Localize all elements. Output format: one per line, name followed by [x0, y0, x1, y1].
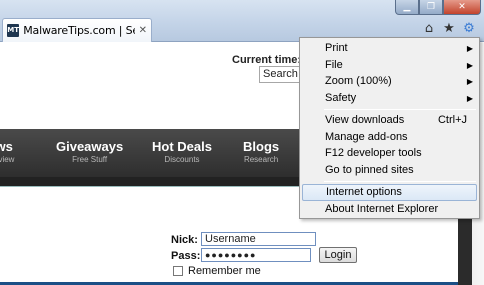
browser-tab[interactable]: MT MalwareTips.com | Security... ✕ [2, 18, 152, 42]
nav-item-reviews[interactable]: ws eview [0, 139, 14, 164]
submenu-arrow-icon: ▶ [466, 94, 473, 103]
nav-subtitle: Discounts [164, 155, 200, 164]
menu-item-f12-tools[interactable]: F12 developer tools [300, 145, 479, 162]
star-icon[interactable]: ★ [442, 22, 456, 36]
close-window-button[interactable]: ✕ [443, 0, 481, 15]
menu-item-about-ie[interactable]: About Internet Explorer [300, 201, 479, 218]
menu-item-label: Zoom (100%) [325, 75, 392, 87]
home-icon[interactable]: ⌂ [422, 22, 436, 36]
menu-item-label: Manage add-ons [325, 131, 408, 143]
current-time-label: Current time: [232, 54, 302, 66]
nav-title: Hot Deals [152, 139, 212, 154]
nick-input[interactable]: Username [201, 232, 316, 246]
menu-item-label: F12 developer tools [325, 147, 422, 159]
nav-item-giveaways[interactable]: Giveaways Free Stuff [56, 139, 123, 164]
menu-item-internet-options[interactable]: Internet options [302, 184, 477, 201]
shortcut-label: Ctrl+J [437, 114, 467, 126]
tab-title: MalwareTips.com | Security... [23, 24, 134, 37]
menu-item-label: Internet options [326, 186, 402, 198]
remember-me-label: Remember me [188, 265, 261, 277]
nav-item-hot-deals[interactable]: Hot Deals Discounts [152, 139, 212, 164]
nav-title: ws [0, 139, 13, 154]
command-icons: ⌂ ★ ⚙ [422, 22, 476, 36]
submenu-arrow-icon: ▶ [466, 44, 473, 53]
menu-item-label: Print [325, 42, 348, 54]
nav-title: Blogs [243, 139, 280, 154]
menu-item-zoom[interactable]: Zoom (100%) ▶ [300, 73, 479, 90]
nav-title: Giveaways [56, 139, 124, 154]
site-favicon: MT [7, 24, 20, 37]
pass-label: Pass: [171, 250, 201, 262]
submenu-arrow-icon: ▶ [466, 77, 473, 86]
tools-menu: Print ▶ File ▶ Zoom (100%) ▶ Safety ▶ Vi… [299, 37, 480, 219]
remember-me[interactable]: Remember me [173, 265, 261, 277]
menu-item-label: Go to pinned sites [325, 164, 414, 176]
menu-item-label: Safety [325, 92, 357, 104]
nav-subtitle: Research [243, 155, 279, 164]
nav-subtitle: eview [0, 155, 15, 164]
menu-item-pinned-sites[interactable]: Go to pinned sites [300, 162, 479, 179]
close-tab-icon[interactable]: ✕ [139, 25, 147, 36]
login-button[interactable]: Login [319, 247, 357, 263]
submenu-arrow-icon: ▶ [466, 61, 473, 70]
menu-item-file[interactable]: File ▶ [300, 57, 479, 74]
gear-icon[interactable]: ⚙ [462, 22, 476, 36]
window-controls: ▁ ❐ ✕ [395, 0, 481, 15]
menu-separator [324, 109, 476, 110]
menu-item-label: View downloads [325, 114, 405, 126]
menu-item-view-downloads[interactable]: View downloads Ctrl+J [300, 112, 479, 129]
menu-separator [324, 181, 476, 182]
nav-subtitle: Free Stuff [72, 155, 108, 164]
menu-item-print[interactable]: Print ▶ [300, 40, 479, 57]
menu-item-manage-addons[interactable]: Manage add-ons [300, 129, 479, 146]
menu-item-safety[interactable]: Safety ▶ [300, 90, 479, 107]
restore-button[interactable]: ❐ [419, 0, 443, 15]
password-input[interactable]: ●●●●●●●● [201, 248, 311, 262]
nav-item-blogs[interactable]: Blogs Research [243, 139, 279, 164]
minimize-button[interactable]: ▁ [395, 0, 419, 15]
browser-chrome: MT MalwareTips.com | Security... ✕ ▁ ❐ ✕… [0, 0, 484, 42]
menu-item-label: File [325, 59, 343, 71]
remember-me-checkbox[interactable] [173, 266, 183, 276]
nick-label: Nick: [171, 234, 198, 246]
menu-item-label: About Internet Explorer [325, 203, 439, 215]
